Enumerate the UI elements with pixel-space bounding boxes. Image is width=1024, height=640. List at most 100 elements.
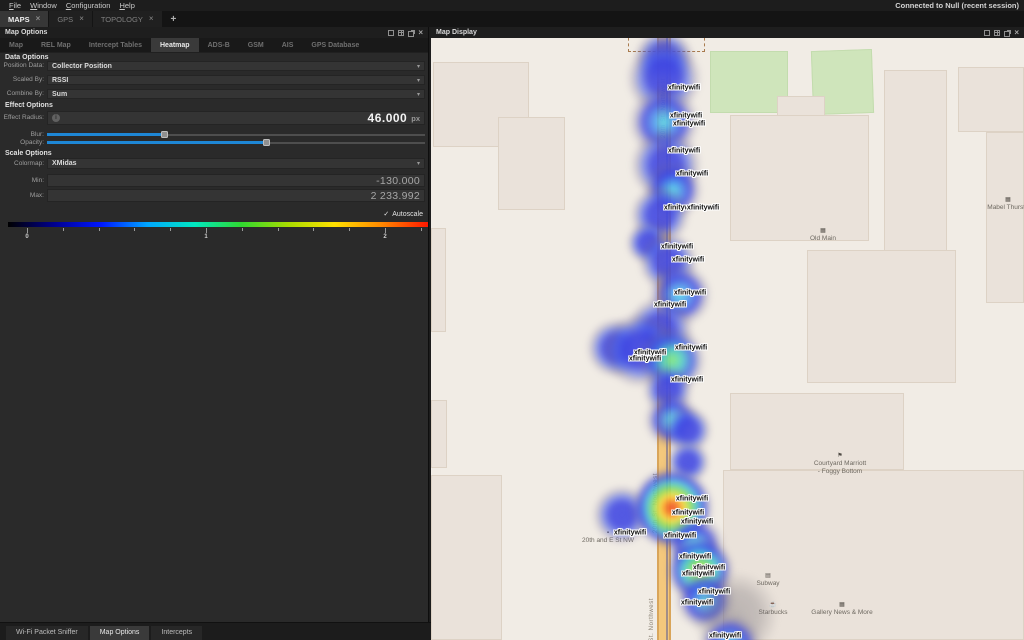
combine-by-value: Sum (52, 90, 68, 98)
wifi-ssid-label: xfinitywifi (663, 532, 697, 540)
float-icon[interactable] (1004, 30, 1011, 37)
grid-icon[interactable] (398, 29, 405, 36)
menu-bar-items: File Window Configuration Help (0, 1, 135, 10)
building-footprint (730, 115, 869, 241)
wifi-ssid-label: xfinitywifi (660, 243, 694, 251)
menu-file[interactable]: File (9, 1, 21, 10)
wifi-ssid-label: xfinitywifi (673, 289, 707, 297)
panel-title: Map Options (5, 29, 48, 36)
bottom-tab-intercepts[interactable]: Intercepts (151, 626, 203, 640)
autoscale-checkbox[interactable]: ✓ Autoscale (383, 210, 423, 219)
combine-by-label: Combine By: (6, 90, 44, 97)
map-options-panel: Map Options × Map REL Map Intercept Tables… (0, 27, 429, 622)
check-icon: ✓ (383, 211, 390, 218)
tab-map[interactable]: Map (0, 38, 32, 52)
panel-window-controls: × (984, 28, 1019, 37)
poi-label-gallery-news-more: ▦ Gallery News & More (811, 602, 873, 616)
wifi-ssid-label: xfinitywifi (678, 553, 712, 561)
wifi-ssid-label: xfinitywifi (675, 170, 709, 178)
wifi-ssid-label: xfinitywifi (669, 112, 703, 120)
poi-label-courtyard-marriott: ⚑ Courtyard Marriott - Foggy Bottom (813, 453, 867, 476)
colorbar-tick-label: 2 (383, 234, 387, 240)
menu-window[interactable]: Window (30, 1, 57, 10)
tab-intercept-tables[interactable]: Intercept Tables (80, 38, 151, 52)
float-icon[interactable] (408, 30, 415, 37)
effect-radius-unit: px (411, 113, 420, 123)
wifi-ssid-label: xfinitywifi (667, 84, 701, 92)
colorbar-minor-tick (134, 228, 136, 231)
tab-heatmap[interactable]: Heatmap (151, 38, 199, 52)
poi-label-old-main: ▦ Old Main (809, 228, 837, 242)
tab-close-icon[interactable]: × (79, 15, 84, 23)
grid-icon[interactable] (994, 29, 1001, 36)
colorbar-minor-tick (349, 228, 351, 231)
colorbar-tick-label: 0 (25, 234, 29, 240)
wifi-ssid-label: xfinitywifi (680, 518, 714, 526)
chevron-down-icon: ▾ (416, 77, 420, 84)
tab-ads-b[interactable]: ADS-B (199, 38, 239, 52)
effect-options-heading: Effect Options (5, 102, 53, 109)
workspace-tabs: MAPS × GPS × TOPOLOGY × (0, 11, 163, 27)
building-footprint (431, 228, 446, 332)
min-input[interactable]: -130.000 (47, 174, 425, 187)
colorbar-minor-tick (420, 228, 422, 231)
maximize-icon[interactable] (984, 29, 991, 36)
bottom-tab-map-options[interactable]: Map Options (89, 626, 150, 640)
colorbar-minor-tick (98, 228, 100, 231)
menu-configuration[interactable]: Configuration (66, 1, 111, 10)
slider-fill (47, 133, 165, 136)
building-footprint (777, 96, 825, 116)
combine-by-select[interactable]: Sum ▾ (47, 89, 425, 99)
colormap-select[interactable]: XMidas ▾ (47, 158, 425, 169)
close-icon[interactable]: × (1014, 28, 1019, 36)
opacity-slider[interactable] (47, 139, 425, 146)
blur-label: Blur: (30, 131, 44, 138)
scaled-by-select[interactable]: RSSI ▾ (47, 75, 425, 85)
workspace-tab-topology[interactable]: TOPOLOGY × (92, 11, 162, 27)
menu-help[interactable]: Help (119, 1, 134, 10)
max-input[interactable]: 2 233.992 (47, 189, 425, 202)
effect-radius-label: Effect Radius: (3, 114, 44, 121)
slider-handle[interactable] (161, 131, 169, 138)
map-canvas[interactable]: 20th St. Northwest20th St. Northwest20th… (431, 38, 1024, 640)
wifi-ssid-label: xfinitywifi (653, 301, 687, 309)
wifi-ssid-label: xfinitywifi (670, 376, 704, 384)
slider-handle[interactable] (263, 139, 271, 146)
opacity-label: Opacity: (20, 139, 44, 146)
wifi-ssid-label: xfinitywifi (674, 344, 708, 352)
add-tab-button[interactable]: + (163, 11, 185, 27)
effect-radius-input[interactable]: i 46.000 px (47, 111, 425, 125)
tab-ais[interactable]: AIS (273, 38, 303, 52)
building-footprint (807, 250, 956, 383)
chevron-down-icon: ▾ (416, 91, 420, 98)
tab-close-icon[interactable]: × (149, 15, 154, 23)
menu-bar: File Window Configuration Help Connected to… (0, 0, 1024, 11)
connection-status: Connected to Null (recent session) (895, 1, 1019, 10)
min-value: -130.000 (376, 174, 420, 187)
building-footprint (986, 132, 1024, 303)
tab-gsm[interactable]: GSM (239, 38, 273, 52)
panel-title: Map Display (436, 29, 477, 36)
wifi-ssid-label: xfinitywifi (628, 355, 662, 363)
bottom-tab-bar: Wi-Fi Packet Sniffer Map Options Intercept… (0, 622, 431, 640)
tab-close-icon[interactable]: × (36, 15, 41, 23)
tab-rel-map[interactable]: REL Map (32, 38, 80, 52)
blur-slider[interactable] (47, 131, 425, 138)
panel-window-controls: × (388, 28, 423, 37)
flag-poi-icon: ⚑ (837, 453, 843, 459)
close-icon[interactable]: × (418, 28, 423, 36)
wifi-ssid-label: xfinitywifi (675, 495, 709, 503)
workspace-tab-gps[interactable]: GPS × (49, 11, 92, 27)
effect-radius-value: 46.000 (367, 111, 408, 125)
workspace-tab-maps[interactable]: MAPS × (0, 11, 49, 27)
chevron-down-icon: ▾ (416, 161, 420, 167)
position-data-select[interactable]: Collector Position ▾ (47, 61, 425, 71)
info-icon: i (52, 114, 60, 122)
maximize-icon[interactable] (388, 29, 395, 36)
colorbar-major-tick (27, 228, 28, 233)
scale-options-heading: Scale Options (5, 150, 52, 157)
workspace-tab-bar: MAPS × GPS × TOPOLOGY × + (0, 11, 1024, 27)
min-label: Min: (31, 177, 44, 184)
tab-gps-database[interactable]: GPS Database (302, 38, 368, 52)
bottom-tab-wi-fi-packet-sniffer[interactable]: Wi-Fi Packet Sniffer (6, 626, 88, 640)
